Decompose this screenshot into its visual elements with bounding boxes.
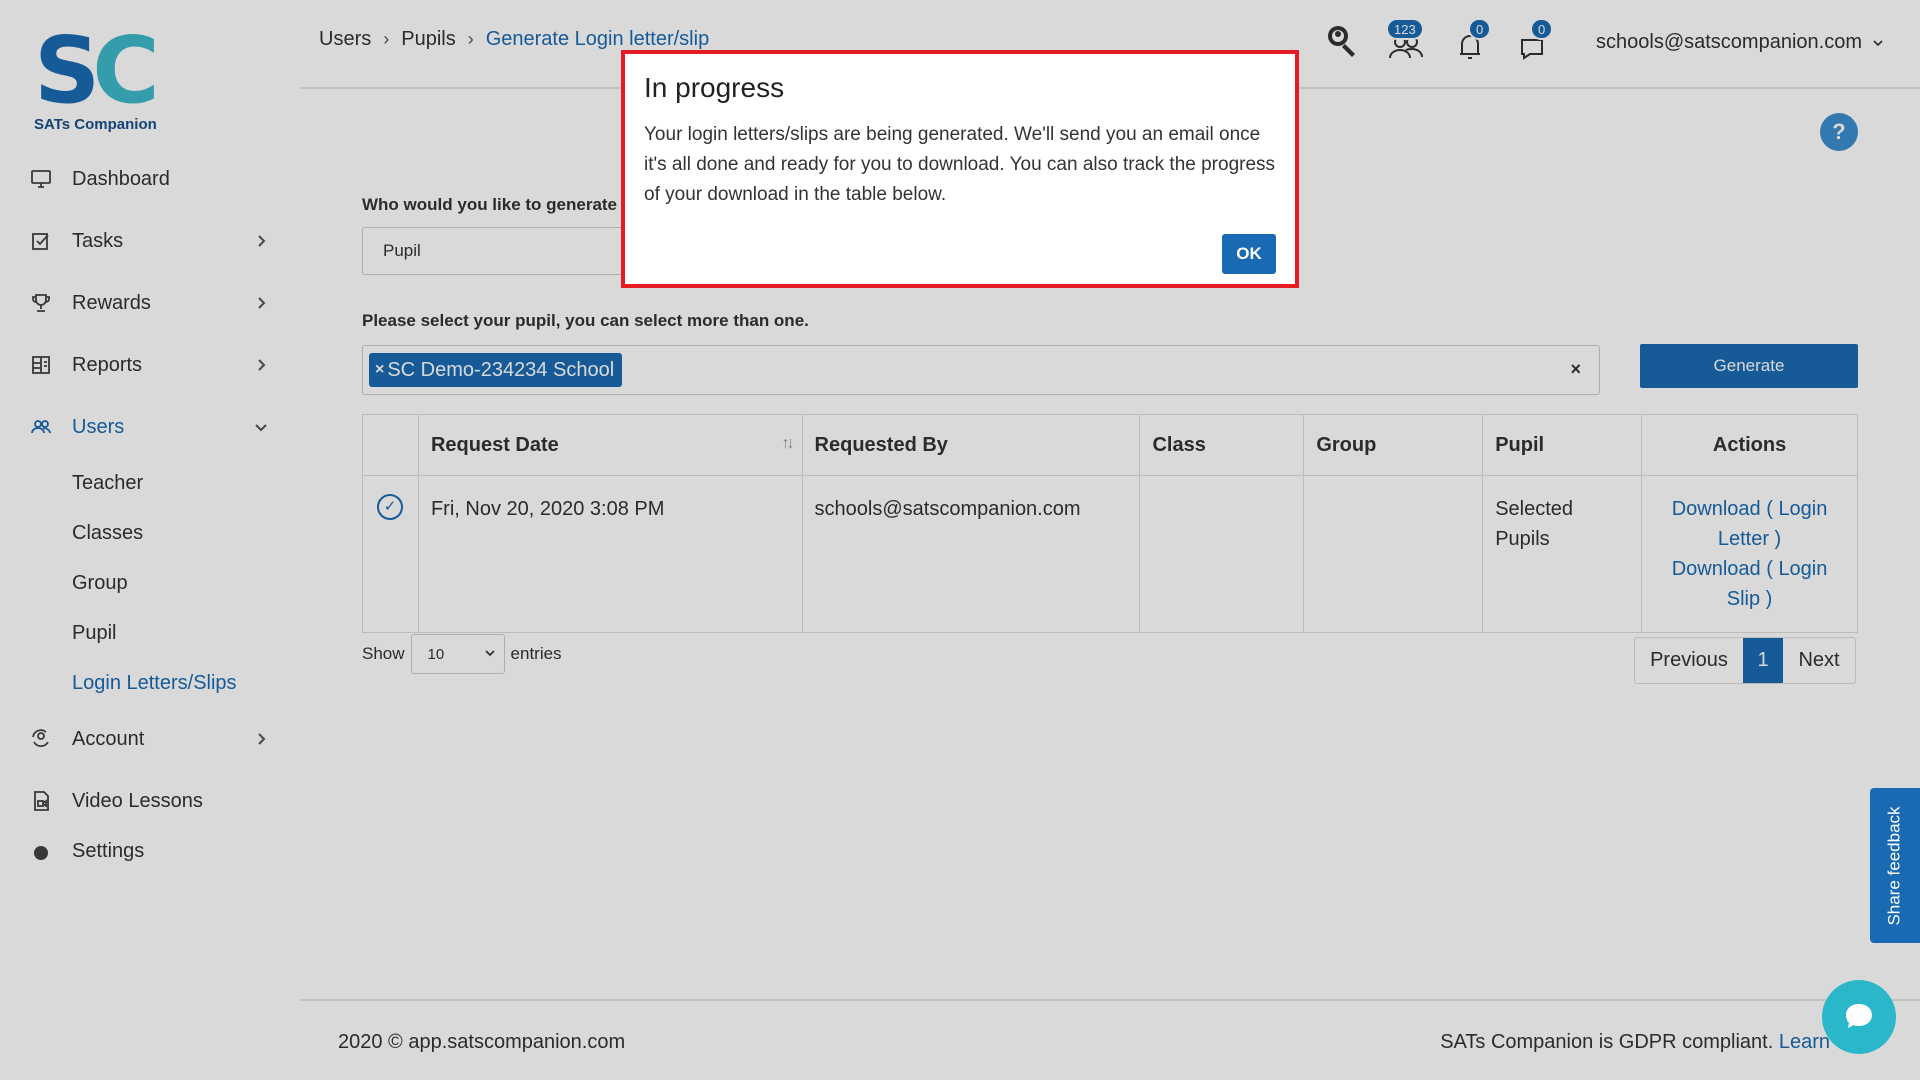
modal-title: In progress <box>644 72 785 103</box>
ok-button[interactable]: OK <box>1222 234 1276 274</box>
chat-launcher[interactable] <box>1822 980 1896 1054</box>
chat-bubble-icon <box>1846 1004 1872 1028</box>
share-feedback-tab[interactable]: Share feedback <box>1870 788 1920 943</box>
in-progress-modal: In progress Your login letters/slips are… <box>621 50 1299 288</box>
modal-body: Your login letters/slips are being gener… <box>644 124 1276 205</box>
share-feedback-label: Share feedback <box>1885 805 1904 926</box>
